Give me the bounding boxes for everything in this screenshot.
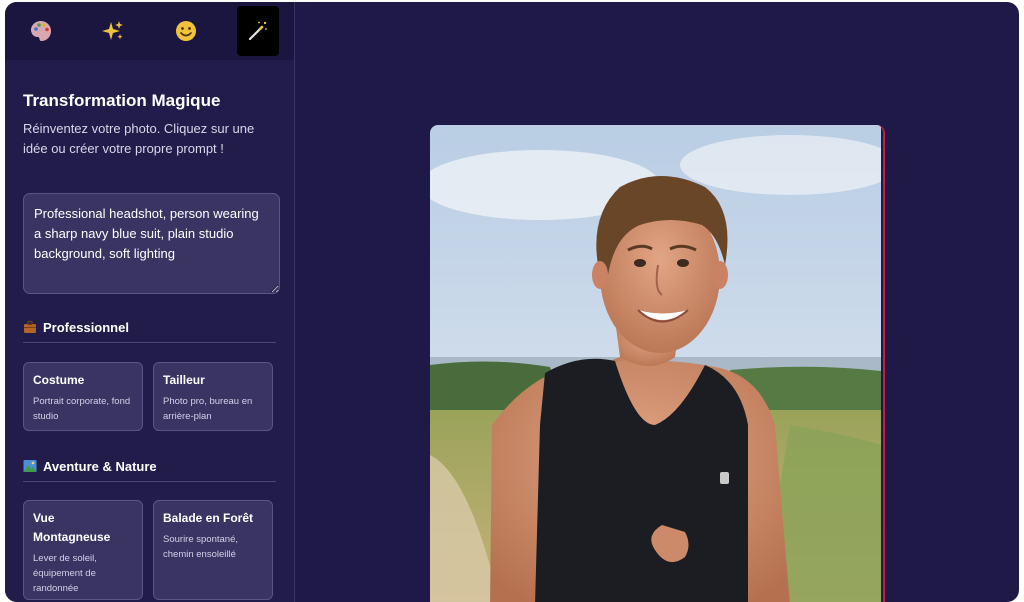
section-label: Aventure & Nature (43, 459, 157, 474)
tab-palette[interactable] (5, 2, 77, 60)
section-professionnel: Professionnel (23, 320, 276, 343)
tab-magic-wand[interactable] (222, 2, 294, 60)
card-description: Portrait corporate, fond studio (33, 396, 131, 422)
card-description: Photo pro, bureau en arrière-plan (163, 396, 253, 422)
card-costume[interactable]: Costume Portrait corporate, fond studio (23, 362, 143, 431)
tool-tabs (5, 2, 294, 60)
smiley-icon (175, 21, 196, 41)
card-title: Tailleur (163, 373, 205, 387)
card-vue-montagneuse[interactable]: Vue Montagneuse Lever de soleil, équipem… (23, 500, 143, 600)
card-title: Vue Montagneuse (33, 511, 111, 544)
palette-icon (31, 21, 52, 41)
panel-title: Transformation Magique (23, 91, 221, 110)
card-tailleur[interactable]: Tailleur Photo pro, bureau en arrière-pl… (153, 362, 273, 431)
landscape-icon (23, 459, 37, 473)
preview-photo (430, 125, 885, 602)
briefcase-icon (23, 320, 37, 334)
tab-sparkles[interactable] (77, 2, 149, 60)
section-label: Professionnel (43, 320, 129, 335)
card-title: Balade en Forêt (163, 511, 254, 525)
card-description: Sourire spontané, chemin ensoleillé (163, 534, 238, 560)
magic-wand-icon (248, 21, 267, 41)
sidebar-panel: Transformation Magique Réinventez votre … (5, 2, 295, 602)
prompt-input[interactable] (23, 193, 280, 294)
card-description: Lever de soleil, équipement de randonnée (33, 553, 97, 594)
app-window: Transformation Magique Réinventez votre … (5, 2, 1019, 602)
card-title: Costume (33, 373, 85, 387)
tab-smiley[interactable] (150, 2, 222, 60)
panel-subtitle: Réinventez votre photo. Cliquez sur une … (23, 121, 255, 156)
card-balade-en-foret[interactable]: Balade en Forêt Sourire spontané, chemin… (153, 500, 273, 600)
section-aventure-nature: Aventure & Nature (23, 459, 276, 482)
sparkles-icon (102, 21, 124, 40)
man-running-photo (430, 125, 881, 602)
